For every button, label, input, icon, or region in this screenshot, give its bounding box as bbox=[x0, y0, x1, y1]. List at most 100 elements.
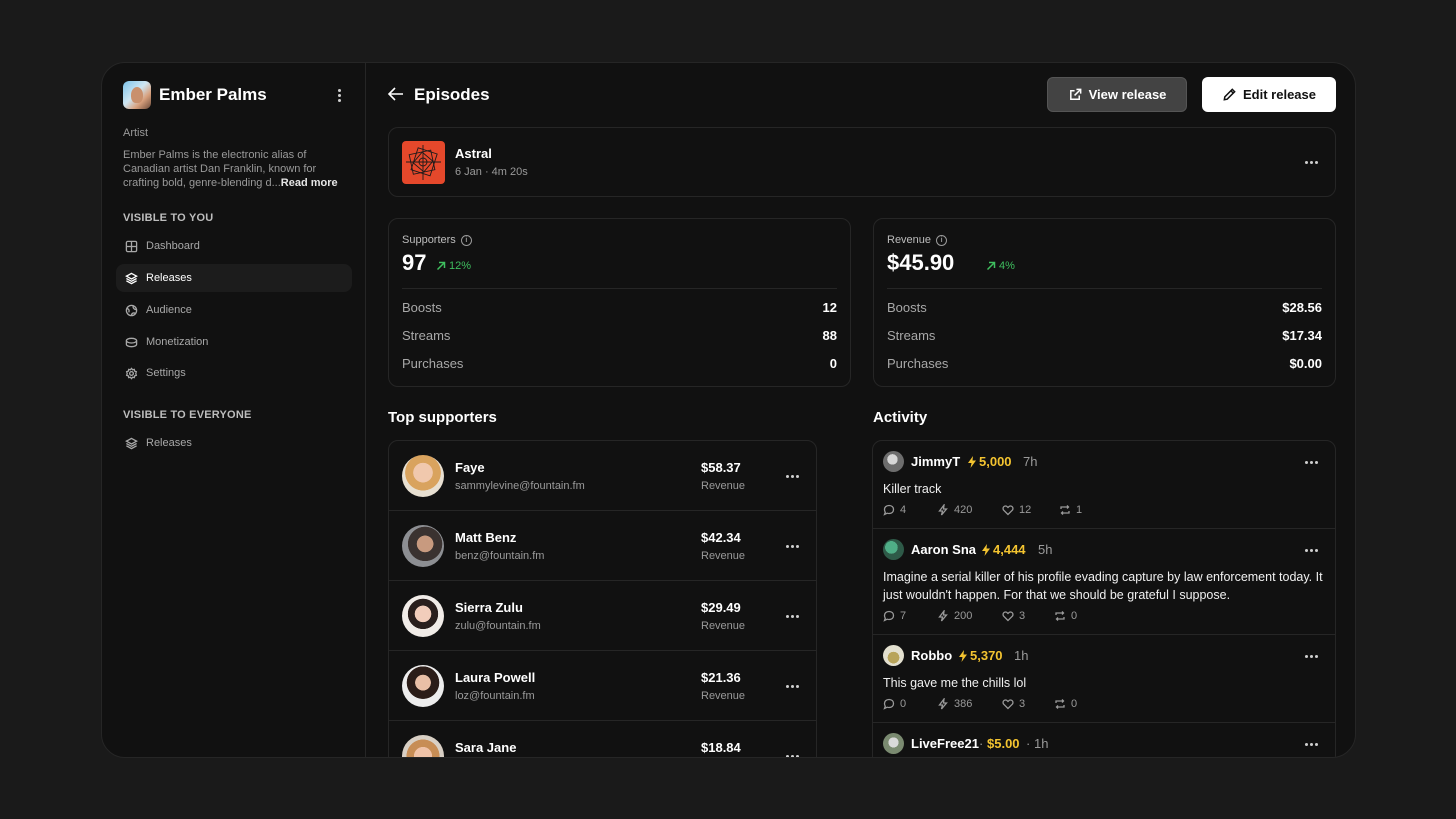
more-icon[interactable] bbox=[1301, 737, 1321, 751]
release-card[interactable]: Astral 6 Jan · 4m 20s bbox=[388, 127, 1336, 197]
supporters-change: 12% bbox=[436, 260, 471, 272]
sidebar-item-public-releases[interactable]: Releases bbox=[116, 429, 352, 457]
activity-item[interactable]: LiveFree21 · $5.00 · 1h bbox=[873, 723, 1335, 757]
comment-count[interactable]: 4 bbox=[883, 504, 906, 516]
view-release-button[interactable]: View release bbox=[1047, 77, 1187, 112]
top-supporters-heading: Top supporters bbox=[388, 409, 497, 426]
revenue-stat-card: Revenue i $45.90 4% Boosts $28.56 Stream… bbox=[873, 218, 1336, 387]
info-icon[interactable]: i bbox=[460, 234, 472, 246]
comment-count-value: 4 bbox=[900, 504, 907, 516]
supporter-amount: $42.34 bbox=[701, 530, 741, 545]
activity-text: This gave me the chills lol bbox=[883, 676, 1027, 690]
divider bbox=[402, 288, 837, 289]
artist-avatar[interactable] bbox=[123, 81, 151, 109]
avatar bbox=[402, 665, 444, 707]
sidebar-item-monetization[interactable]: Monetization bbox=[116, 328, 352, 356]
sidebar-item-dashboard[interactable]: Dashboard bbox=[116, 232, 352, 260]
avatar bbox=[883, 645, 904, 666]
sidebar-item-settings[interactable]: Settings bbox=[116, 359, 352, 387]
stat-row-value: $0.00 bbox=[1289, 356, 1322, 371]
activity-user: JimmyT bbox=[911, 454, 961, 469]
repost-count-value: 0 bbox=[1071, 698, 1078, 710]
list-item[interactable]: Sierra Zulu zulu@fountain.fm $29.49 Reve… bbox=[389, 581, 816, 651]
activity-separator: · bbox=[979, 736, 984, 751]
more-icon[interactable] bbox=[782, 469, 802, 483]
activity-amount-text: $5.00 bbox=[987, 736, 1020, 751]
external-link-icon bbox=[1069, 88, 1081, 100]
info-icon[interactable]: i bbox=[936, 234, 948, 246]
comment-count[interactable]: 0 bbox=[883, 698, 906, 710]
more-icon[interactable] bbox=[1301, 649, 1321, 663]
boost-count[interactable]: 386 bbox=[937, 698, 972, 710]
revenue-label: Revenue i bbox=[887, 234, 948, 246]
stat-row-label: Boosts bbox=[402, 300, 442, 315]
more-icon[interactable] bbox=[782, 609, 802, 623]
stat-row: Streams $17.34 bbox=[887, 328, 1322, 346]
sidebar-item-label: Monetization bbox=[146, 336, 209, 348]
like-count[interactable]: 12 bbox=[1002, 504, 1031, 516]
sidebar-item-releases[interactable]: Releases bbox=[116, 264, 352, 292]
heart-icon bbox=[1002, 505, 1014, 516]
avatar bbox=[402, 525, 444, 567]
supporters-label-text: Supporters bbox=[402, 234, 456, 246]
activity-amount-text: 5,370 bbox=[970, 648, 1003, 663]
supporter-email: benz@fountain.fm bbox=[455, 550, 545, 562]
edit-release-button[interactable]: Edit release bbox=[1202, 77, 1336, 112]
stat-row-label: Boosts bbox=[887, 300, 927, 315]
stat-row-value: 0 bbox=[829, 356, 837, 371]
like-count-value: 3 bbox=[1019, 610, 1026, 622]
repost-icon bbox=[1055, 699, 1065, 709]
repost-count-value: 0 bbox=[1071, 610, 1078, 622]
supporter-amount: $58.37 bbox=[701, 460, 741, 475]
boost-count[interactable]: 420 bbox=[937, 504, 972, 516]
more-icon[interactable] bbox=[782, 679, 802, 693]
repost-count[interactable]: 0 bbox=[1054, 610, 1077, 622]
sidebar-item-label: Settings bbox=[146, 367, 186, 379]
activity-amount-text: 4,444 bbox=[993, 542, 1026, 557]
avatar bbox=[402, 455, 444, 497]
activity-user: Robbo bbox=[911, 648, 953, 663]
revenue-value: $45.90 bbox=[887, 250, 955, 275]
bolt-icon bbox=[968, 455, 976, 468]
activity-time: 1h bbox=[1014, 648, 1029, 663]
layers-icon bbox=[124, 271, 138, 285]
more-icon[interactable] bbox=[1301, 543, 1321, 557]
like-count[interactable]: 3 bbox=[1002, 698, 1025, 710]
repost-count[interactable]: 0 bbox=[1054, 698, 1077, 710]
sidebar-item-audience[interactable]: Audience bbox=[116, 296, 352, 324]
read-more-link[interactable]: Read more bbox=[281, 177, 338, 189]
app-window: Ember Palms Artist Ember Palms is the el… bbox=[101, 62, 1356, 758]
list-item[interactable]: Matt Benz benz@fountain.fm $42.34 Revenu… bbox=[389, 511, 816, 581]
activity-item[interactable]: Robbo 5,370 1h This gave me the chills l… bbox=[873, 635, 1335, 723]
release-more-icon[interactable] bbox=[1301, 155, 1321, 169]
pencil-icon bbox=[1223, 88, 1236, 101]
list-item[interactable]: Sara Jane $18.84 bbox=[389, 721, 816, 757]
boost-count-value: 420 bbox=[954, 504, 973, 516]
more-icon[interactable] bbox=[782, 539, 802, 553]
bolt-icon bbox=[982, 543, 990, 556]
supporter-amount-label: Revenue bbox=[701, 480, 746, 492]
boost-count[interactable]: 200 bbox=[937, 610, 972, 622]
artist-menu-icon[interactable] bbox=[331, 85, 347, 105]
list-item[interactable]: Faye sammylevine@fountain.fm $58.37 Reve… bbox=[389, 441, 816, 511]
supporter-name: Faye bbox=[455, 460, 485, 475]
activity-feed: JimmyT 5,000 7h Killer track 4 420 12 1 bbox=[872, 440, 1336, 757]
repost-count-value: 1 bbox=[1076, 504, 1083, 516]
more-icon[interactable] bbox=[782, 749, 802, 757]
activity-item[interactable]: Aaron Sna 4,444 5h Imagine a serial kill… bbox=[873, 529, 1335, 635]
stat-row-value: $28.56 bbox=[1282, 300, 1322, 315]
activity-item[interactable]: JimmyT 5,000 7h Killer track 4 420 12 1 bbox=[873, 441, 1335, 529]
grid-icon bbox=[124, 239, 138, 253]
comment-count[interactable]: 7 bbox=[883, 610, 906, 622]
list-item[interactable]: Laura Powell loz@fountain.fm $21.36 Reve… bbox=[389, 651, 816, 721]
revenue-change-text: 4% bbox=[999, 260, 1015, 272]
bolt-outline-icon bbox=[938, 698, 948, 710]
stat-row: Boosts $28.56 bbox=[887, 300, 1322, 318]
repost-count[interactable]: 1 bbox=[1059, 504, 1082, 516]
stat-row-label: Purchases bbox=[402, 356, 464, 371]
like-count[interactable]: 3 bbox=[1002, 610, 1025, 622]
supporter-name: Sara Jane bbox=[455, 740, 517, 755]
back-arrow-icon[interactable] bbox=[387, 85, 409, 105]
more-icon[interactable] bbox=[1301, 455, 1321, 469]
activity-heading: Activity bbox=[873, 409, 928, 426]
